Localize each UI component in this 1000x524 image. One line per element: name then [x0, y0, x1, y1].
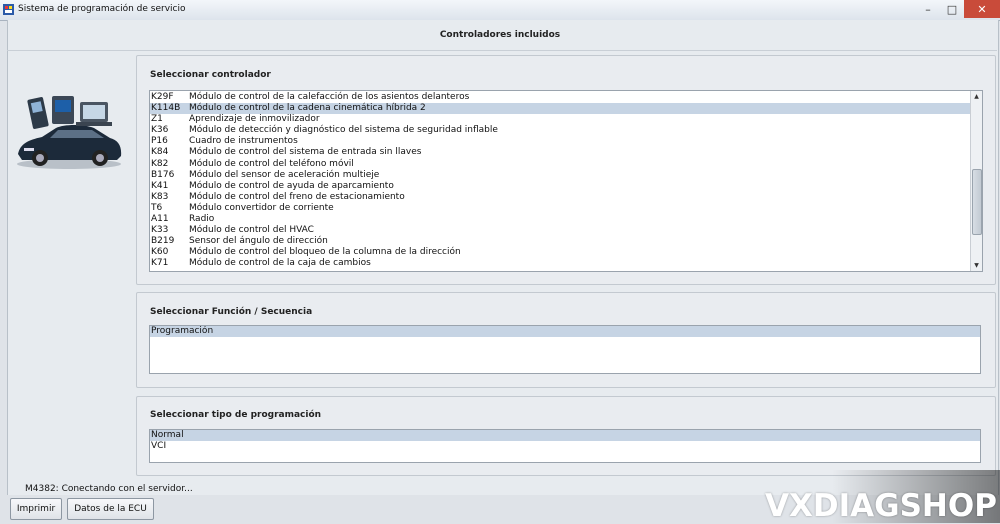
programming-type-item-normal[interactable]: Normal	[150, 430, 980, 442]
programming-type-panel-label: Seleccionar tipo de programación	[150, 410, 322, 420]
controller-description: Aprendizaje de inmovilizador	[189, 114, 320, 125]
controller-code: P16	[151, 136, 168, 147]
controller-item-k36[interactable]: K36 Módulo de detección y diagnóstico del…	[150, 125, 970, 136]
minimize-button[interactable]: –	[916, 0, 940, 18]
controller-code: K29F	[151, 92, 174, 102]
controller-item-k71[interactable]: K71 Módulo de control de la caja de cambi…	[150, 258, 970, 269]
controller-description: Radio	[189, 214, 215, 225]
controller-code: K33	[151, 225, 169, 236]
controller-code: K114B	[151, 103, 181, 114]
controller-code: K84	[151, 147, 169, 158]
controller-description: Módulo de control del bloqueo de la colu…	[189, 247, 461, 258]
controller-item-p16[interactable]: P16 Cuadro de instrumentos	[150, 136, 970, 147]
app-icon	[3, 4, 14, 15]
controller-description: Módulo de control de la caja de cambios	[189, 258, 371, 269]
scroll-up-arrow[interactable]: ▲	[971, 91, 982, 102]
function-panel: Seleccionar Función / Secuencia Programa…	[136, 292, 996, 388]
controller-description: Módulo de control de la calefacción de l…	[189, 92, 470, 102]
controller-panel-label: Seleccionar controlador	[150, 70, 271, 80]
maximize-button[interactable]: □	[940, 0, 964, 18]
function-panel-label: Seleccionar Función / Secuencia	[150, 307, 313, 317]
controller-description: Módulo de control del teléfono móvil	[189, 158, 354, 169]
controller-description: Cuadro de instrumentos	[189, 136, 298, 147]
controller-item-z1[interactable]: Z1 Aprendizaje de inmovilizador	[150, 114, 970, 125]
controller-code: B219	[151, 236, 175, 247]
controller-code: K71	[151, 258, 169, 269]
controller-item-a11[interactable]: A11 Radio	[150, 214, 970, 225]
controller-code: K83	[151, 191, 169, 202]
controller-item-k82[interactable]: K82 Módulo de control del teléfono móvil	[150, 159, 970, 170]
close-button[interactable]: ✕	[964, 0, 1000, 18]
controller-code: Z1	[151, 114, 163, 125]
scrollbar-thumb[interactable]	[972, 169, 982, 235]
controller-description: Módulo de detección y diagnóstico del si…	[189, 125, 498, 136]
controller-description: Módulo de control de la cadena cinemátic…	[189, 103, 426, 114]
programming-type-panel: Seleccionar tipo de programación Normal …	[136, 396, 996, 476]
programming-type-item-vci[interactable]: VCI	[150, 441, 980, 452]
window-title-bar: Sistema de programación de servicio – □ …	[0, 0, 1000, 21]
controller-item-k84[interactable]: K84 Módulo de control del sistema de entr…	[150, 147, 970, 158]
controller-description: Módulo de control del sistema de entrada…	[189, 147, 422, 158]
ecu-data-button[interactable]: Datos de la ECU	[67, 498, 154, 520]
controller-panel: Seleccionar controlador K29F Módulo de co…	[136, 55, 996, 285]
controller-item-b219[interactable]: B219 Sensor del ángulo de dirección	[150, 236, 970, 247]
controller-list[interactable]: K29F Módulo de control de la calefacción …	[149, 90, 983, 272]
page-title: Controladores incluidos	[439, 30, 561, 40]
controller-item-b176[interactable]: B176 Módulo del sensor de aceleración mul…	[150, 170, 970, 181]
controller-item-t6[interactable]: T6 Módulo convertidor de corriente	[150, 203, 970, 214]
controller-description: Módulo de control del HVAC	[189, 225, 314, 236]
controller-code: K41	[151, 180, 169, 191]
function-list[interactable]: Programación	[149, 325, 981, 374]
vehicle-diagnostic-illustration	[17, 96, 122, 169]
function-item-programacion[interactable]: Programación	[150, 326, 980, 338]
controller-item-k60[interactable]: K60 Módulo de control del bloqueo de la c…	[150, 247, 970, 258]
controller-code: B176	[151, 169, 175, 180]
controller-description: Módulo convertidor de corriente	[189, 202, 334, 213]
controller-code: K36	[151, 125, 169, 136]
print-button[interactable]: Imprimir	[10, 498, 62, 520]
controller-item-k83[interactable]: K83 Módulo de control del freno de estaci…	[150, 192, 970, 203]
controller-description: Módulo del sensor de aceleración multiej…	[189, 169, 380, 180]
controller-description: Módulo de control del freno de estaciona…	[189, 191, 405, 202]
controller-description: Sensor del ángulo de dirección	[189, 236, 328, 247]
controller-item-k29f[interactable]: K29F Módulo de control de la calefacción …	[150, 92, 970, 103]
watermark-logo: VXDIAGSHOP	[765, 488, 997, 524]
controller-item-k33[interactable]: K33 Módulo de control del HVAC	[150, 225, 970, 236]
controller-item-k114b[interactable]: K114B Módulo de control de la cadena cine…	[150, 103, 970, 115]
header-divider	[7, 50, 997, 51]
controller-code: K82	[151, 158, 169, 169]
controller-description: Módulo de control de ayuda de aparcamien…	[189, 180, 394, 191]
controller-list-scrollbar[interactable]: ▲ ▼	[970, 91, 982, 271]
controller-code: T6	[151, 202, 163, 213]
status-text: M4382: Conectando con el servidor...	[25, 484, 193, 494]
controller-item-k41[interactable]: K41 Módulo de control de ayuda de aparcam…	[150, 181, 970, 192]
controller-code: K60	[151, 247, 169, 258]
window-title: Sistema de programación de servicio	[18, 4, 186, 14]
scroll-down-arrow[interactable]: ▼	[971, 260, 982, 271]
controller-code: A11	[151, 214, 169, 225]
programming-type-list[interactable]: Normal VCI	[149, 429, 981, 463]
